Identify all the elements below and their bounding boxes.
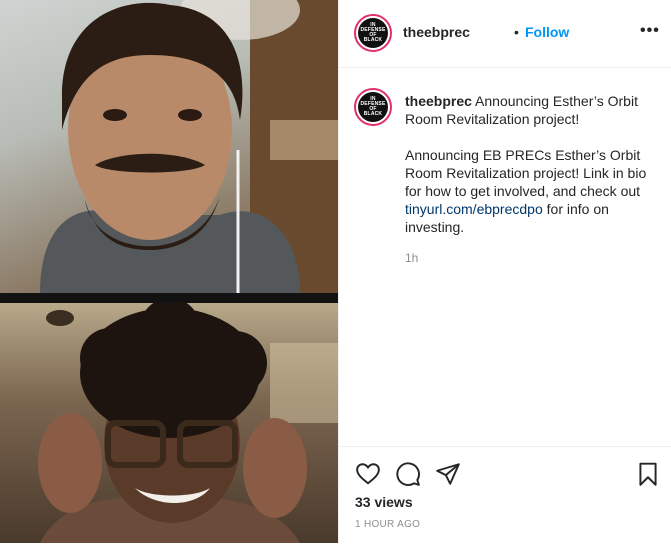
comment-icon[interactable] [395, 461, 421, 487]
profile-avatar[interactable]: IN DEFENSE OF BLACK [354, 14, 392, 52]
share-icon[interactable] [435, 461, 461, 487]
follow-button[interactable]: Follow [525, 24, 569, 40]
action-bar: 33 views 1 HOUR AGO [339, 446, 671, 544]
video-divider [0, 293, 338, 303]
video-feed-bottom [0, 303, 338, 543]
post-header: IN DEFENSE OF BLACK theebprec • Follow •… [339, 0, 671, 68]
caption-username[interactable]: theebprec [405, 93, 472, 109]
more-options-icon[interactable]: ••• [640, 22, 660, 40]
bookmark-icon[interactable] [635, 461, 661, 487]
avatar-text-line: BLACK [363, 111, 383, 117]
view-count[interactable]: 33 views [355, 494, 413, 510]
separator-dot: • [514, 24, 519, 40]
post-sidebar: IN DEFENSE OF BLACK theebprec • Follow •… [338, 0, 671, 543]
caption-link[interactable]: tinyurl.com/ebprecdpo [405, 201, 543, 217]
avatar-image: IN DEFENSE OF BLACK [358, 92, 388, 122]
video-media[interactable] [0, 0, 338, 543]
avatar-image: IN DEFENSE OF BLACK [358, 18, 388, 48]
header-username[interactable]: theebprec [403, 24, 470, 40]
caption-body: Announcing EB PRECs Esther’s Orbit Room … [405, 147, 647, 199]
post-timestamp: 1 HOUR AGO [355, 519, 421, 530]
caption-first: theebprec Announcing Esther’s Orbit Room… [405, 92, 663, 128]
caption-avatar[interactable]: IN DEFENSE OF BLACK [354, 88, 392, 126]
caption-timestamp[interactable]: 1h [405, 251, 418, 265]
heart-icon[interactable] [355, 461, 381, 487]
post-window: IN DEFENSE OF BLACK theebprec • Follow •… [0, 0, 671, 543]
post-caption: theebprec Announcing Esther’s Orbit Room… [405, 92, 663, 254]
avatar-text-line: BLACK [363, 37, 383, 43]
video-feed-top [0, 0, 338, 293]
caption-second: Announcing EB PRECs Esther’s Orbit Room … [405, 146, 663, 236]
